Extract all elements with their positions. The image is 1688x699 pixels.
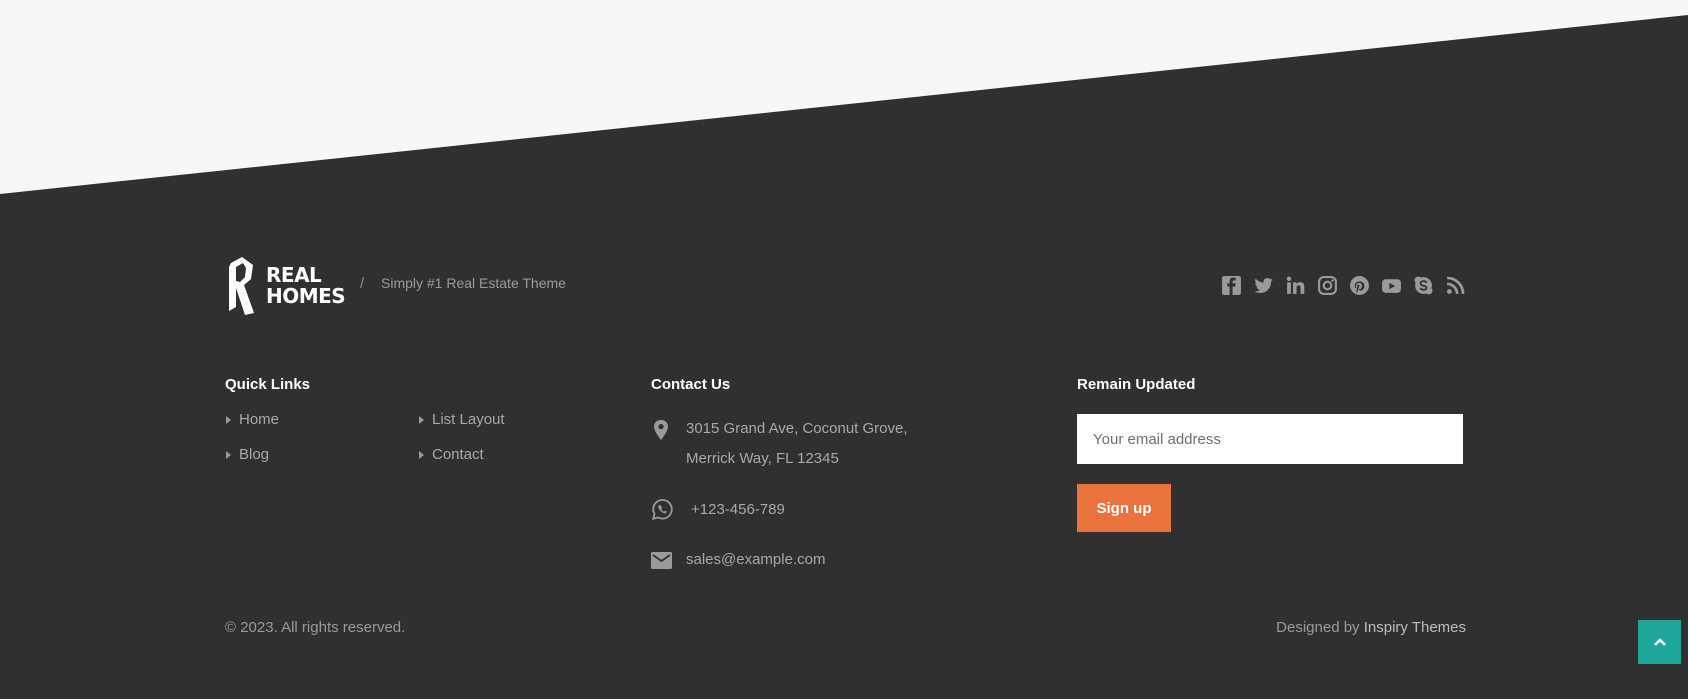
quick-link-label: Home (239, 411, 280, 428)
designed-by: Designed by Inspiry Themes (1276, 619, 1466, 636)
envelope-icon (651, 552, 672, 569)
signup-button[interactable]: Sign up (1077, 484, 1171, 532)
logo-mark-icon (229, 257, 254, 315)
footer-bottom: © 2023. All rights reserved. Designed by… (225, 619, 1466, 639)
quick-link-label: Contact (432, 446, 484, 463)
copyright-text: © 2023. All rights reserved. (225, 619, 406, 636)
quick-link-label: List Layout (432, 411, 505, 428)
newsletter-email-input[interactable] (1077, 414, 1463, 464)
address-line-2: Merrick Way, FL 12345 (686, 450, 839, 467)
quick-link-label: Blog (239, 446, 270, 463)
back-to-top-button[interactable] (1638, 620, 1681, 664)
footer-top-row: REAL HOMES / Simply #1 Real Estate Theme (225, 254, 1466, 320)
designer-link[interactable]: Inspiry Themes (1364, 619, 1466, 636)
designed-by-prefix: Designed by (1276, 619, 1360, 636)
tagline-separator: / (360, 275, 365, 292)
email-address: sales@example.com (686, 551, 826, 568)
quick-link-home[interactable]: Home (226, 411, 279, 428)
footer-columns: Quick Links Home List Layout Blog Contac… (225, 374, 1466, 574)
youtube-icon[interactable] (1381, 275, 1402, 296)
map-marker-icon (654, 420, 668, 440)
facebook-icon[interactable] (1221, 275, 1242, 296)
twitter-icon[interactable] (1253, 275, 1274, 296)
chevron-up-icon (1653, 638, 1666, 646)
linkedin-icon[interactable] (1285, 275, 1306, 296)
caret-right-icon (226, 415, 231, 424)
logo-line-2: HOMES (266, 284, 346, 308)
contact-title: Contact Us (651, 376, 731, 393)
skype-icon[interactable] (1413, 275, 1434, 296)
quick-link-blog[interactable]: Blog (226, 446, 269, 463)
phone-number: +123-456-789 (691, 501, 785, 518)
caret-right-icon (419, 415, 424, 424)
quick-links-title: Quick Links (225, 376, 311, 393)
logo-line-1: REAL (266, 263, 322, 287)
social-links (1221, 275, 1466, 296)
logo-text: REAL HOMES (266, 263, 346, 308)
address-line-1: 3015 Grand Ave, Coconut Grove, (686, 420, 908, 437)
site-tagline: Simply #1 Real Estate Theme (381, 275, 566, 291)
pinterest-icon[interactable] (1349, 275, 1370, 296)
caret-right-icon (226, 450, 231, 459)
site-logo[interactable]: REAL HOMES (225, 254, 346, 316)
instagram-icon[interactable] (1317, 275, 1338, 296)
rss-icon[interactable] (1445, 275, 1466, 296)
whatsapp-icon (651, 499, 673, 521)
quick-link-list-layout[interactable]: List Layout (419, 411, 505, 428)
caret-right-icon (419, 450, 424, 459)
quick-link-contact[interactable]: Contact (419, 446, 484, 463)
newsletter-title: Remain Updated (1077, 376, 1196, 393)
footer-background (0, 0, 1688, 699)
